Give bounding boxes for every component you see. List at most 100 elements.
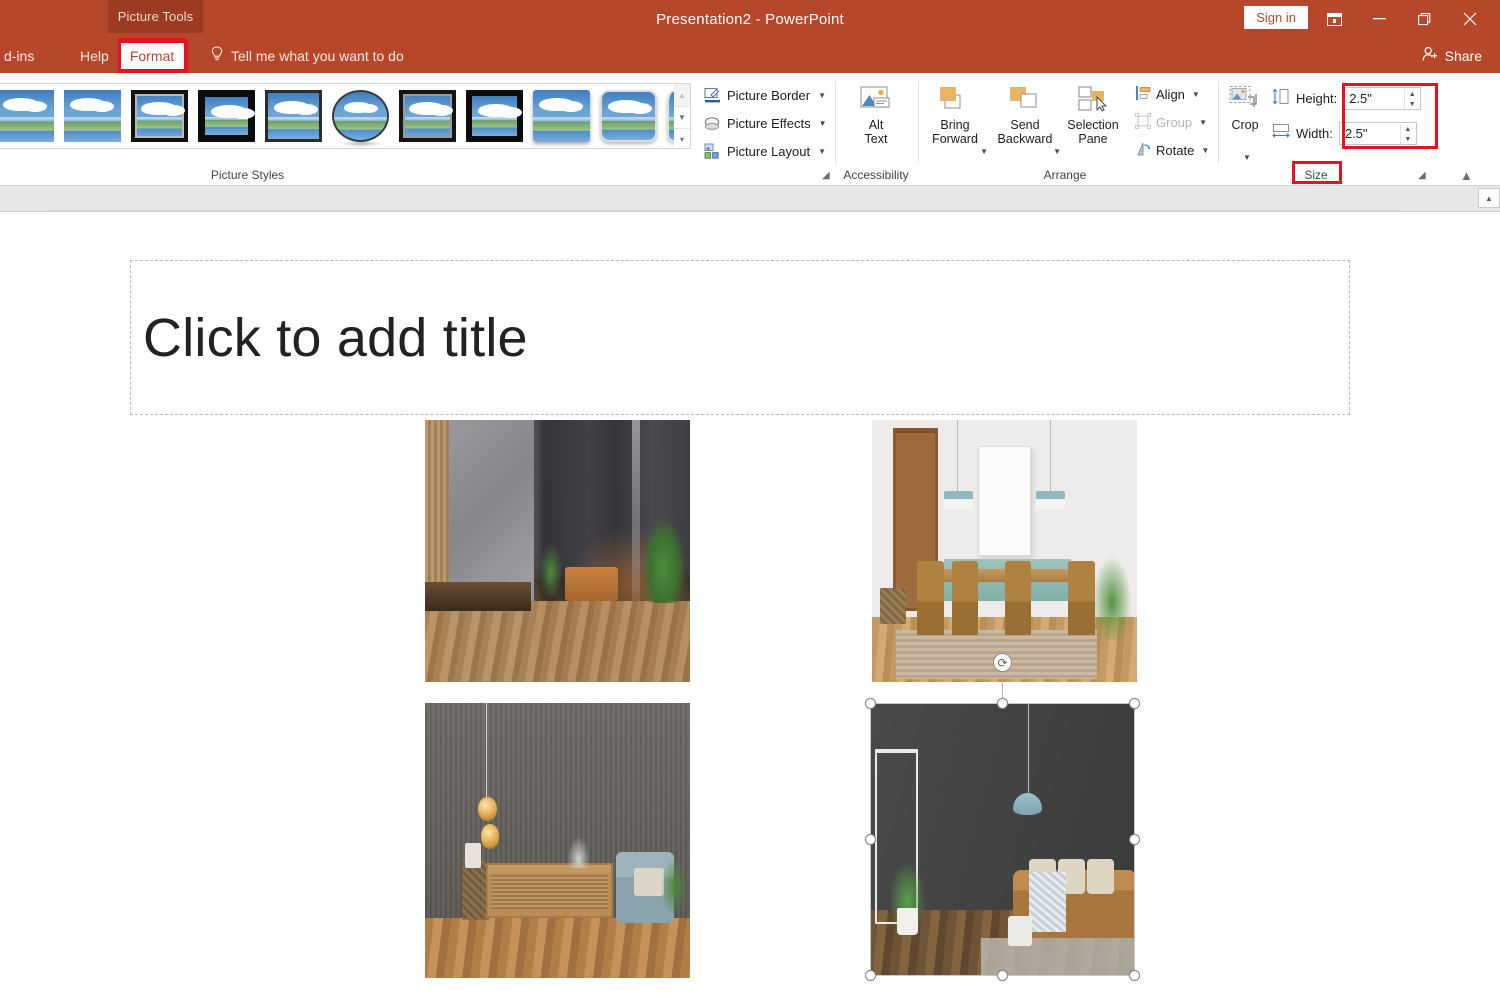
picture-dark-wall-sideboard[interactable] xyxy=(425,703,690,978)
group-separator xyxy=(1218,81,1219,163)
decor-lamp-cord xyxy=(485,703,487,802)
style-thumb-beveled-matte-white[interactable] xyxy=(64,90,121,142)
crop-label: Crop xyxy=(1231,118,1259,132)
style-thumb-bevel-rectangle[interactable] xyxy=(600,90,657,142)
width-spin-arrows[interactable]: ▲ ▼ xyxy=(1399,124,1415,145)
tab-help[interactable]: Help xyxy=(68,38,121,73)
height-spinner[interactable]: ▲ ▼ xyxy=(1343,87,1422,110)
chevron-down-icon: ▼ xyxy=(980,147,988,156)
picture-border-button[interactable]: Picture Border ▼ xyxy=(700,83,830,108)
decor-plant xyxy=(538,543,563,596)
height-spin-up[interactable]: ▲ xyxy=(1409,91,1416,98)
width-spin-up[interactable]: ▲ xyxy=(1404,126,1411,133)
resize-handle-middle-right[interactable] xyxy=(1129,834,1140,845)
ribbon-display-options-icon[interactable] xyxy=(1312,0,1357,38)
rotate-icon xyxy=(1135,141,1151,160)
decor-wall-art xyxy=(978,446,1031,557)
selection-pane-label-line1: Selection xyxy=(1067,118,1119,132)
style-thumb-thick-matte-black[interactable] xyxy=(466,90,523,142)
picture-effects-label: Picture Effects xyxy=(727,116,811,131)
decor-chair xyxy=(951,561,978,635)
height-spin-arrows[interactable]: ▲ ▼ xyxy=(1404,89,1419,110)
tab-format[interactable]: Format xyxy=(118,38,186,73)
picture-layout-button[interactable]: Picture Layout ▼ xyxy=(700,139,830,164)
gallery-scroll-up-button[interactable]: ▲ xyxy=(674,84,690,106)
resize-handle-middle-left[interactable] xyxy=(865,834,876,845)
width-spin-down[interactable]: ▼ xyxy=(1404,136,1411,143)
send-backward-label-line2: Backward xyxy=(997,132,1053,146)
share-button[interactable]: Share xyxy=(1422,38,1482,73)
slide-top-divider xyxy=(48,210,1400,211)
width-spinner[interactable]: ▲ ▼ xyxy=(1338,122,1417,145)
slide-title-placeholder[interactable]: Click to add title xyxy=(130,260,1350,415)
tell-me-label: Tell me what you want to do xyxy=(231,47,404,64)
send-backward-icon xyxy=(1007,81,1043,115)
decor-throw-blanket xyxy=(1029,872,1067,933)
alt-text-button[interactable]: Alt Text xyxy=(845,81,907,161)
align-button[interactable]: Align ▼ xyxy=(1132,83,1203,106)
share-label: Share xyxy=(1444,47,1482,64)
group-button[interactable]: Group ▼ xyxy=(1132,111,1210,134)
picture-grey-concrete-loft[interactable] xyxy=(425,420,690,682)
chevron-down-icon: ▼ xyxy=(1199,118,1208,127)
decor-sideboard xyxy=(485,862,614,918)
width-input[interactable] xyxy=(1339,123,1398,144)
style-thumb-simple-frame-black[interactable] xyxy=(533,90,590,142)
picture-effects-button[interactable]: Picture Effects ▼ xyxy=(700,111,831,136)
rotate-button[interactable]: Rotate ▼ xyxy=(1132,139,1212,162)
send-backward-label-line1: Send xyxy=(1010,118,1040,132)
send-backward-button[interactable]: Send Backward ▼ xyxy=(992,81,1061,161)
resize-handle-bottom-center[interactable] xyxy=(997,970,1008,981)
decor-pendant-bulb xyxy=(478,796,497,822)
close-icon[interactable] xyxy=(1447,0,1492,38)
share-person-icon xyxy=(1422,46,1439,65)
crop-button[interactable]: Crop ▼ xyxy=(1222,81,1268,162)
decor-planter xyxy=(896,907,918,936)
resize-handle-top-left[interactable] xyxy=(865,698,876,709)
selection-pane-button[interactable]: Selection Pane xyxy=(1062,81,1124,161)
picture-dark-wall-living-room[interactable] xyxy=(870,703,1135,976)
picture-styles-dialog-launcher[interactable]: ◢ xyxy=(822,170,830,181)
group-icon xyxy=(1135,113,1151,132)
decor-lamp-cord xyxy=(1027,703,1029,794)
resize-handle-top-right[interactable] xyxy=(1129,698,1140,709)
alt-text-label-line2: Text xyxy=(864,132,888,146)
size-dialog-launcher[interactable]: ◢ xyxy=(1418,170,1426,181)
height-input[interactable] xyxy=(1344,88,1403,109)
resize-handle-bottom-right[interactable] xyxy=(1129,970,1140,981)
chevron-down-icon: ▼ xyxy=(818,91,827,100)
decor-pendant-bulb xyxy=(480,824,500,849)
style-thumb-double-frame-black[interactable] xyxy=(399,90,456,142)
resize-handle-bottom-left[interactable] xyxy=(865,970,876,981)
restore-icon[interactable] xyxy=(1402,0,1447,38)
chevron-down-icon: ▼ xyxy=(1243,153,1251,162)
tab-add-ins[interactable]: d-ins xyxy=(0,38,46,73)
width-icon xyxy=(1272,123,1290,145)
decor-wood-floor xyxy=(425,917,690,978)
style-thumb-simple-frame-white[interactable] xyxy=(0,90,54,142)
picture-dining-room[interactable] xyxy=(872,420,1137,682)
vertical-scrollbar-up-button[interactable]: ▲ xyxy=(1478,188,1500,208)
slide-canvas[interactable]: Click to add title ⟳ xyxy=(0,212,1500,1000)
bring-forward-button[interactable]: Bring Forward ▼ xyxy=(925,81,988,161)
style-thumb-soft-edge-oval[interactable] xyxy=(332,90,389,147)
crop-icon xyxy=(1228,81,1262,115)
decor-plant xyxy=(1091,556,1132,641)
ribbon: ▲ ▼ ▾ Picture Border ▼ Picture Effects ▼… xyxy=(0,73,1500,186)
gallery-more-styles-button[interactable]: ▾ xyxy=(674,128,690,150)
sign-in-button[interactable]: Sign in xyxy=(1244,6,1308,29)
height-spin-down[interactable]: ▼ xyxy=(1409,101,1416,108)
collapse-ribbon-button[interactable]: ▲ xyxy=(1460,168,1473,183)
rotation-handle[interactable]: ⟳ xyxy=(993,653,1012,672)
tell-me-search[interactable]: Tell me what you want to do xyxy=(210,38,404,73)
style-thumb-reflected-rounded-rectangle[interactable] xyxy=(265,90,322,142)
gallery-scroll-down-button[interactable]: ▼ xyxy=(674,106,690,128)
bring-forward-label-line2: Forward xyxy=(932,132,978,146)
minimize-icon[interactable] xyxy=(1357,0,1402,38)
picture-styles-gallery[interactable] xyxy=(0,83,680,149)
decor-pendant-lamp xyxy=(943,490,973,510)
style-thumb-metal-frame[interactable] xyxy=(131,90,188,142)
resize-handle-top-center[interactable] xyxy=(997,698,1008,709)
style-thumb-drop-shadow-rectangle[interactable] xyxy=(198,90,255,142)
group-label: Group xyxy=(1156,115,1193,130)
